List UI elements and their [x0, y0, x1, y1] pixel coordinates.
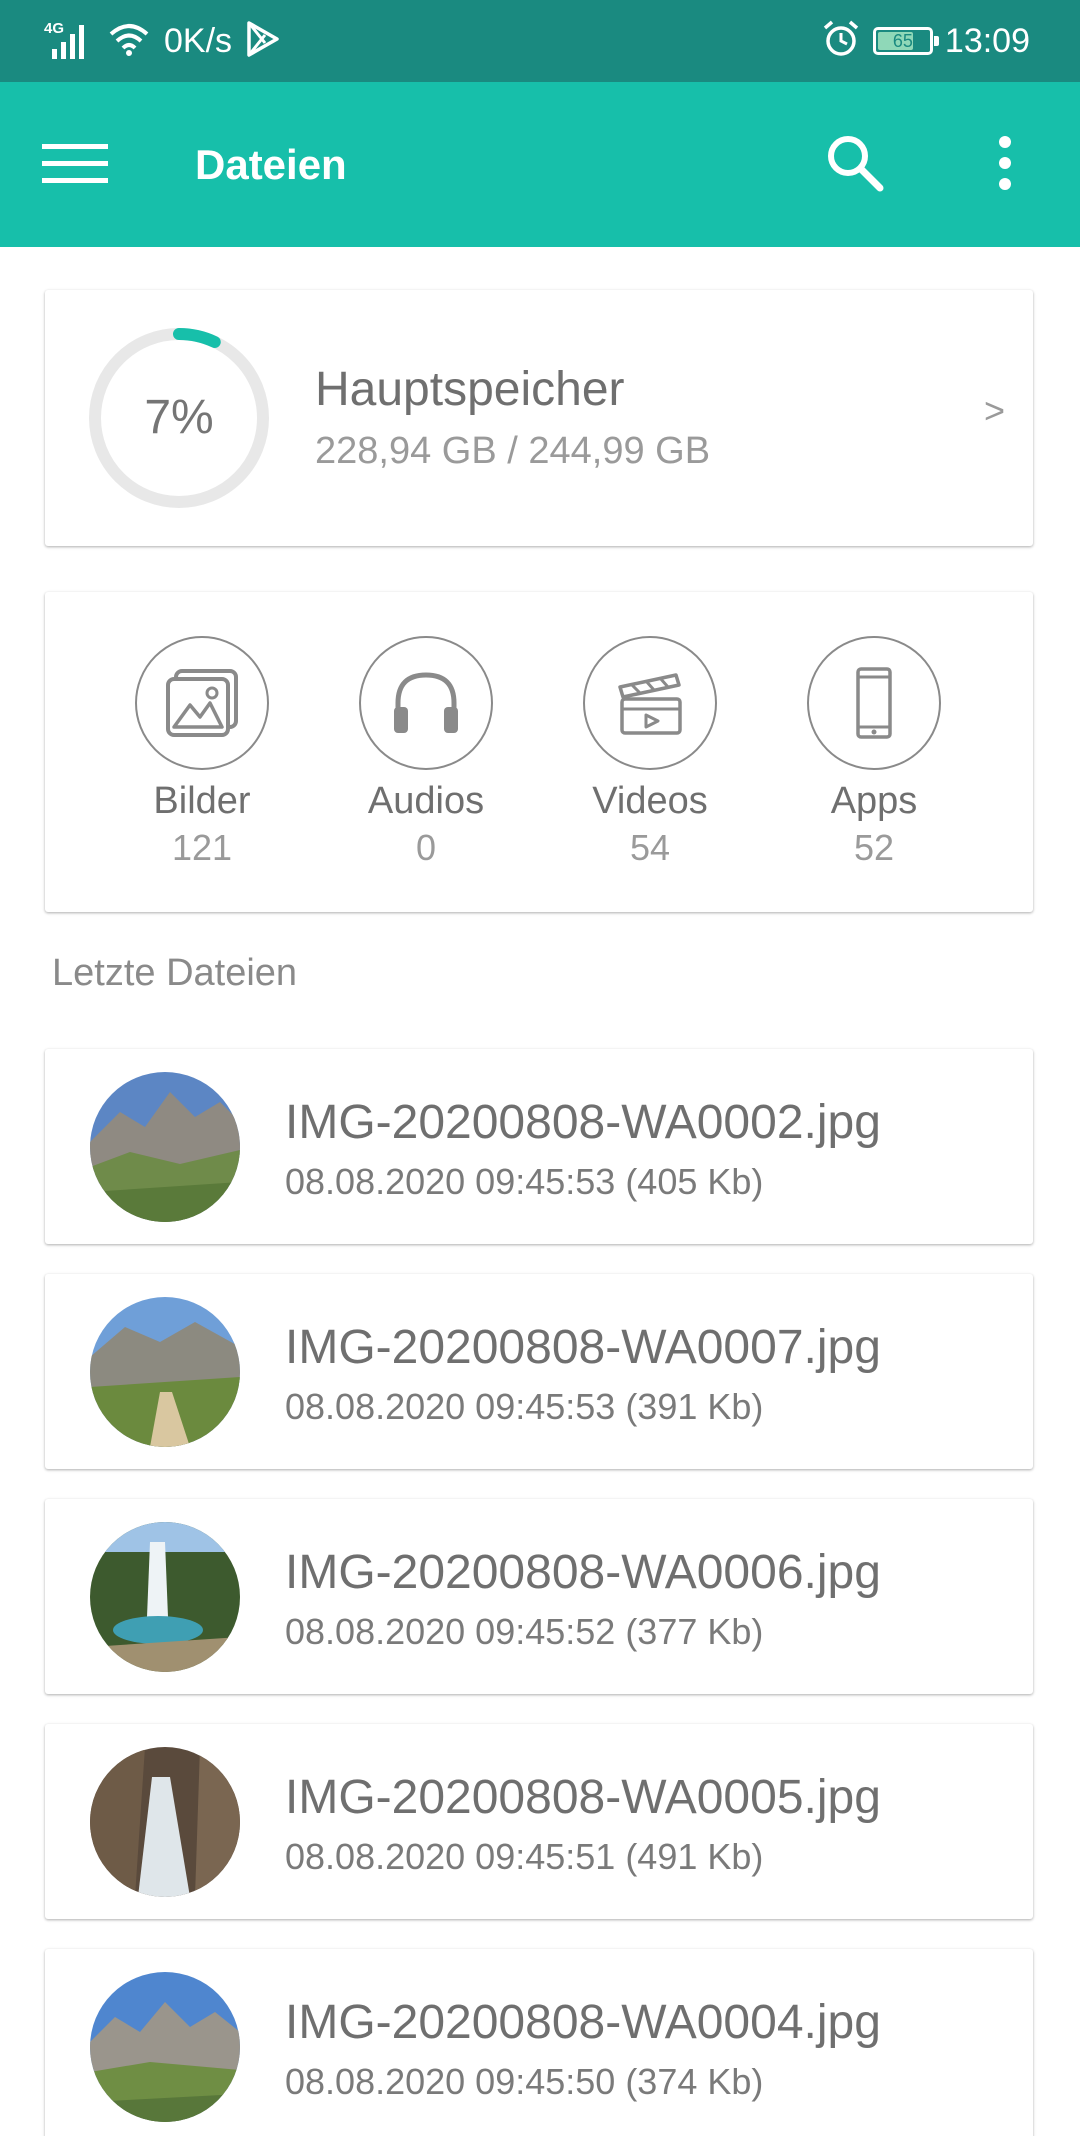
app-bar: Dateien	[0, 82, 1080, 247]
more-vert-icon[interactable]	[985, 128, 1025, 198]
file-meta: 08.08.2020 09:45:53 (405 Kb)	[285, 1161, 764, 1202]
category-images[interactable]: Bilder 121	[102, 636, 302, 869]
phone-icon	[856, 667, 892, 739]
file-name: IMG-20200808-WA0002.jpg	[285, 1096, 881, 1149]
play-store-icon	[246, 20, 280, 62]
file-name: IMG-20200808-WA0005.jpg	[285, 1771, 881, 1824]
page-title: Dateien	[195, 141, 347, 188]
categories-card: Bilder 121 Audios 0 Videos 54 Apps 52	[45, 592, 1033, 912]
clapperboard-icon	[618, 673, 682, 735]
category-apps[interactable]: Apps 52	[774, 636, 974, 869]
category-count: 54	[629, 827, 671, 868]
file-list-item[interactable]: IMG-20200808-WA0006.jpg 08.08.2020 09:45…	[45, 1499, 1033, 1694]
file-thumbnail	[90, 1522, 240, 1672]
file-meta: 08.08.2020 09:45:50 (374 Kb)	[285, 2061, 764, 2102]
menu-icon[interactable]	[40, 134, 110, 194]
battery-level: 65	[892, 31, 913, 51]
storage-card[interactable]: 7% Hauptspeicher 228,94 GB / 244,99 GB >	[45, 290, 1033, 546]
category-videos[interactable]: Videos 54	[550, 636, 750, 869]
image-icon	[166, 669, 238, 737]
battery-icon: 65	[872, 27, 939, 55]
clock: 13:09	[944, 21, 1030, 60]
file-meta: 08.08.2020 09:45:53 (391 Kb)	[285, 1386, 764, 1427]
status-bar: 4G 0K/s 65 13:09	[0, 0, 1080, 82]
category-count: 0	[415, 827, 437, 868]
category-label: Audios	[367, 780, 485, 822]
file-list-item[interactable]: IMG-20200808-WA0005.jpg 08.08.2020 09:45…	[45, 1724, 1033, 1919]
category-count: 121	[171, 827, 233, 868]
signal-icon: 4G	[44, 17, 94, 66]
network-speed: 0K/s	[164, 21, 233, 60]
file-thumbnail	[90, 1747, 240, 1897]
search-icon[interactable]	[820, 128, 890, 198]
recent-files-title: Letzte Dateien	[52, 952, 298, 994]
file-list-item[interactable]: IMG-20200808-WA0007.jpg 08.08.2020 09:45…	[45, 1274, 1033, 1469]
file-name: IMG-20200808-WA0007.jpg	[285, 1321, 881, 1374]
category-label: Apps	[830, 780, 918, 822]
file-thumbnail	[90, 1972, 240, 2122]
storage-size: 228,94 GB / 244,99 GB	[315, 430, 711, 472]
file-list-item[interactable]: IMG-20200808-WA0002.jpg 08.08.2020 09:45…	[45, 1049, 1033, 1244]
file-name: IMG-20200808-WA0006.jpg	[285, 1546, 881, 1599]
wifi-icon	[108, 22, 150, 61]
svg-text:4G: 4G	[44, 20, 64, 37]
alarm-icon	[821, 19, 861, 64]
category-label: Videos	[592, 780, 708, 822]
file-thumbnail	[90, 1072, 240, 1222]
chevron-right-icon: >	[983, 390, 1005, 431]
category-audios[interactable]: Audios 0	[326, 636, 526, 869]
storage-name: Hauptspeicher	[315, 363, 625, 416]
category-count: 52	[853, 827, 895, 868]
category-label: Bilder	[153, 780, 251, 822]
file-meta: 08.08.2020 09:45:52 (377 Kb)	[285, 1611, 764, 1652]
file-list-item[interactable]: IMG-20200808-WA0004.jpg 08.08.2020 09:45…	[45, 1949, 1033, 2136]
storage-percent: 7%	[144, 391, 214, 444]
file-name: IMG-20200808-WA0004.jpg	[285, 1996, 881, 2049]
file-thumbnail	[90, 1297, 240, 1447]
headphones-icon	[394, 672, 458, 733]
file-meta: 08.08.2020 09:45:51 (491 Kb)	[285, 1836, 764, 1877]
